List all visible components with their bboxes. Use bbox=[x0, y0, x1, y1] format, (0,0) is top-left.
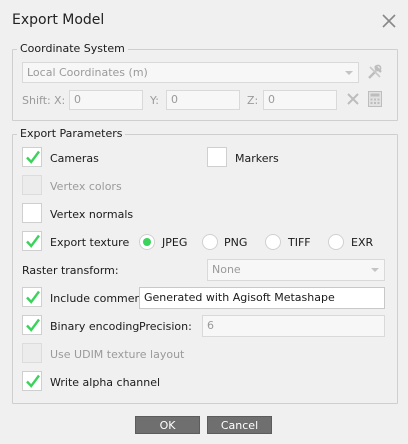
cameras-checkbox[interactable] bbox=[22, 147, 42, 167]
crs-select-value: Local Coordinates (m) bbox=[27, 66, 148, 79]
raster-transform-select: None bbox=[207, 259, 385, 281]
coordinate-system-legend: Coordinate System bbox=[17, 42, 128, 55]
shift-x-label: X: bbox=[54, 94, 66, 107]
chevron-down-icon bbox=[345, 71, 353, 75]
format-label-jpeg: JPEG bbox=[162, 236, 188, 249]
precision-field: 6 bbox=[202, 315, 385, 337]
udim-label: Use UDIM texture layout bbox=[50, 348, 185, 361]
precision-label: Precision: bbox=[139, 320, 192, 333]
markers-label: Markers bbox=[235, 152, 279, 165]
shift-x-field: 0 bbox=[69, 90, 143, 110]
write-alpha-checkbox[interactable] bbox=[22, 371, 42, 391]
format-radio-jpeg[interactable] bbox=[139, 234, 155, 250]
format-radio-png[interactable] bbox=[202, 234, 218, 250]
export-texture-checkbox[interactable] bbox=[22, 231, 42, 251]
vertex-colors-label: Vertex colors bbox=[50, 180, 122, 193]
include-comment-checkbox[interactable] bbox=[22, 287, 42, 307]
radio-selected-dot bbox=[143, 238, 151, 246]
cancel-button[interactable]: Cancel bbox=[207, 416, 272, 434]
coordinate-system-group bbox=[12, 49, 398, 121]
raster-transform-label: Raster transform: bbox=[22, 264, 119, 277]
export-texture-label: Export texture bbox=[50, 236, 130, 249]
write-alpha-label: Write alpha channel bbox=[50, 376, 161, 389]
clear-shift-icon bbox=[347, 93, 359, 105]
include-comment-label: Include comment bbox=[50, 292, 146, 305]
vertex-normals-label: Vertex normals bbox=[50, 208, 134, 221]
shift-label: Shift: bbox=[22, 94, 51, 107]
vertex-normals-checkbox[interactable] bbox=[22, 203, 42, 223]
cameras-label: Cameras bbox=[50, 152, 99, 165]
format-label-tiff: TIFF bbox=[288, 236, 311, 249]
binary-encoding-label: Binary encoding bbox=[50, 320, 140, 333]
raster-transform-value: None bbox=[212, 263, 241, 276]
format-label-exr: EXR bbox=[351, 236, 374, 249]
dialog-title: Export Model bbox=[12, 12, 105, 28]
export-parameters-legend: Export Parameters bbox=[17, 127, 126, 140]
comment-input[interactable]: Generated with Agisoft Metashape bbox=[139, 287, 385, 309]
chevron-down-icon bbox=[371, 268, 379, 272]
binary-encoding-checkbox[interactable] bbox=[22, 315, 42, 335]
close-icon[interactable] bbox=[381, 13, 397, 29]
format-radio-exr[interactable] bbox=[328, 234, 344, 250]
calculator-icon bbox=[368, 91, 382, 107]
udim-checkbox bbox=[22, 343, 42, 363]
shift-y-label: Y: bbox=[150, 94, 159, 107]
format-label-png: PNG bbox=[224, 236, 248, 249]
shift-z-field: 0 bbox=[263, 90, 337, 110]
format-radio-tiff[interactable] bbox=[265, 234, 281, 250]
shift-y-field: 0 bbox=[166, 90, 240, 110]
ok-button[interactable]: OK bbox=[135, 416, 200, 434]
settings-tools-icon bbox=[366, 63, 384, 81]
vertex-colors-checkbox bbox=[22, 175, 42, 195]
markers-checkbox[interactable] bbox=[207, 147, 227, 167]
crs-select: Local Coordinates (m) bbox=[22, 62, 359, 83]
shift-z-label: Z: bbox=[247, 94, 259, 107]
